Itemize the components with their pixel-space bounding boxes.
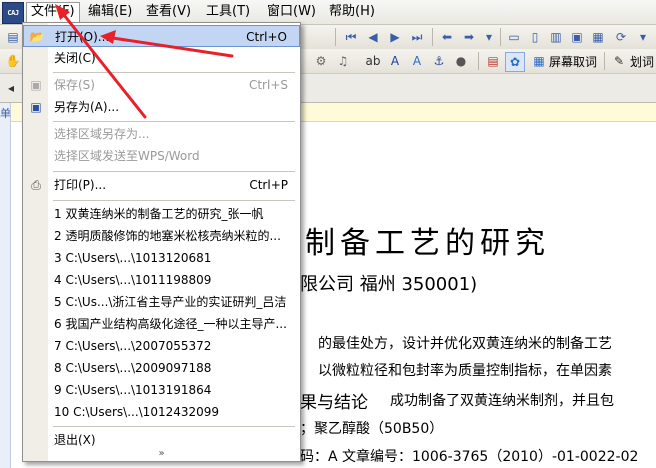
text-icon[interactable]: A [408, 52, 426, 70]
anchor-icon[interactable]: ⚓ [430, 52, 448, 70]
recent-file-label: 7 C:\Users\...\2007055372 [54, 339, 212, 353]
document-keywords: ；聚乙醇酸（50B50） [300, 421, 444, 437]
recent-file-item[interactable]: 10 C:\Users\...\1012432099 [23, 401, 300, 423]
recent-file-item[interactable]: 4 C:\Users\...\1011198809 [23, 269, 300, 291]
gear-icon[interactable]: ⚙ [312, 52, 330, 70]
menu-item-shortcut: Ctrl+O [246, 30, 287, 44]
stamp-icon[interactable]: ● [452, 52, 470, 70]
menu-expand-chevron-icon[interactable]: » [23, 448, 300, 459]
forward-icon[interactable]: ➡ [460, 28, 478, 46]
back-icon[interactable]: ⬅ [438, 28, 456, 46]
text-color-icon[interactable]: A [386, 52, 404, 70]
open-folder-icon: 📂 [29, 30, 45, 44]
menu-edit[interactable]: 编辑(E) [84, 3, 136, 21]
menu-item-label: 关闭(C) [54, 51, 96, 65]
side-panel-tab[interactable]: 单 [0, 103, 11, 468]
menu-item-send-region[interactable]: 选择区域发送至WPS/Word [23, 145, 300, 167]
menu-help[interactable]: 帮助(H) [325, 3, 379, 21]
save-as-icon: ▣ [30, 100, 42, 114]
fit-width-icon[interactable]: ▣ [568, 28, 586, 46]
tab-scroll-left-icon[interactable]: ◂ [2, 79, 20, 97]
recent-file-label: 10 C:\Users\...\1012432099 [54, 405, 220, 419]
recent-file-item[interactable]: 2 透明质酸修饰的地塞米松核壳纳米粒的... [23, 225, 300, 247]
first-page-icon[interactable]: ⏮ [342, 28, 360, 46]
recent-file-item[interactable]: 9 C:\Users\...\1013191864 [23, 379, 300, 401]
menu-item-save-as[interactable]: ▣ 另存为(A)... [23, 96, 300, 118]
menu-item-label: 保存(S) [54, 78, 95, 92]
recent-file-item[interactable]: 3 C:\Users\...\1013120681 [23, 247, 300, 269]
recent-file-label: 6 我国产业结构高级化途径_一种以主导产... [54, 317, 287, 331]
more-icon[interactable]: ▾ [634, 28, 652, 46]
menu-item-print[interactable]: ⎙ 打印(P)... Ctrl+P [23, 174, 300, 196]
hand-icon[interactable]: ✋ [4, 52, 22, 70]
menu-item-save[interactable]: ▣ 保存(S) Ctrl+S [23, 74, 300, 96]
menu-file[interactable]: 文件(F) [26, 2, 80, 23]
single-page-icon[interactable]: ▭ [505, 28, 523, 46]
document-affiliation: 限公司 福州 350001) [300, 274, 478, 295]
side-panel-label: 单 [0, 107, 11, 120]
note-icon[interactable]: ▤ [484, 52, 502, 70]
document-results-heading: 果与结论 [300, 393, 368, 413]
music-icon[interactable]: ♫ [334, 52, 352, 70]
last-page-icon[interactable]: ⏭ [408, 28, 426, 46]
screen-copy-icon[interactable]: ▦ [530, 52, 548, 70]
recent-file-item[interactable]: 8 C:\Users\...\2009097188 [23, 357, 300, 379]
prev-page-icon[interactable]: ◀ [364, 28, 382, 46]
draw-word-label[interactable]: 划词 [630, 53, 654, 70]
printer-icon: ⎙ [31, 178, 41, 192]
snapshot-icon[interactable]: ✿ [505, 52, 525, 72]
menu-window[interactable]: 窗口(W) [263, 3, 320, 21]
menu-item-label: 选择区域发送至WPS/Word [54, 149, 200, 163]
document-footer: 码：A 文章编号：1006-3765（2010）-01-0022-02 [300, 449, 639, 465]
menu-item-label: 打开(O)... [55, 30, 110, 44]
recent-file-item[interactable]: 5 C:\Us...\浙江省主导产业的实证研判_吕洁 [23, 291, 300, 313]
document-body-line: 的最佳处方，设计并优化双黄连纳米的制备工艺 [318, 336, 612, 352]
recent-file-item[interactable]: 1 双黄连纳米的制备工艺的研究_张一帆 [23, 203, 300, 225]
highlight-icon[interactable]: ab [364, 52, 382, 70]
screen-copy-label[interactable]: 屏幕取词 [549, 53, 597, 70]
recent-file-label: 1 双黄连纳米的制备工艺的研究_张一帆 [54, 207, 264, 221]
menu-view[interactable]: 查看(V) [142, 3, 195, 21]
draw-word-icon[interactable]: ✎ [610, 52, 628, 70]
recent-file-label: 2 透明质酸修饰的地塞米松核壳纳米粒的... [54, 229, 281, 243]
facing-page-icon[interactable]: ▥ [547, 28, 565, 46]
menu-item-shortcut: Ctrl+S [248, 78, 288, 92]
recent-file-label: 9 C:\Users\...\1013191864 [54, 383, 212, 397]
menu-item-label: 打印(P)... [54, 178, 107, 192]
menu-item-open[interactable]: 📂 打开(O)... Ctrl+O [23, 25, 300, 47]
menu-item-label: 另存为(A)... [54, 100, 120, 114]
document-title: 制备工艺的研究 [305, 226, 550, 261]
recent-file-label: 4 C:\Users\...\1011198809 [54, 273, 212, 287]
recent-file-label: 3 C:\Users\...\1013120681 [54, 251, 212, 265]
document-body-line: 以微粒粒径和包封率为质量控制指标，在单因素 [318, 363, 612, 379]
menu-item-shortcut: Ctrl+P [249, 178, 288, 192]
recent-file-item[interactable]: 7 C:\Users\...\2007055372 [23, 335, 300, 357]
document-results-text: 成功制备了双黄连纳米制剂，并且包 [390, 393, 614, 409]
menu-item-close[interactable]: 关闭(C) [23, 47, 300, 69]
fit-page-icon[interactable]: ▦ [589, 28, 607, 46]
new-icon[interactable]: ▤ [4, 28, 22, 46]
recent-file-item[interactable]: 6 我国产业结构高级化途径_一种以主导产... [23, 313, 300, 335]
recent-file-label: 8 C:\Users\...\2009097188 [54, 361, 212, 375]
next-page-icon[interactable]: ▶ [386, 28, 404, 46]
menu-item-save-region[interactable]: 选择区域另存为... [23, 123, 300, 145]
rotate-icon[interactable]: ⟳ [612, 28, 630, 46]
continuous-page-icon[interactable]: ▯ [526, 28, 544, 46]
file-menu-dropdown: 📂 打开(O)... Ctrl+O 关闭(C) ▣ 保存(S) Ctrl+S ▣… [22, 22, 301, 462]
dropdown-icon[interactable]: ▾ [480, 28, 498, 46]
save-icon: ▣ [30, 78, 42, 92]
menu-tools[interactable]: 工具(T) [202, 3, 254, 21]
menu-item-label: 选择区域另存为... [54, 127, 150, 141]
app-logo-icon[interactable]: CAJ [2, 2, 24, 24]
recent-file-label: 5 C:\Us...\浙江省主导产业的实证研判_吕洁 [54, 295, 287, 309]
